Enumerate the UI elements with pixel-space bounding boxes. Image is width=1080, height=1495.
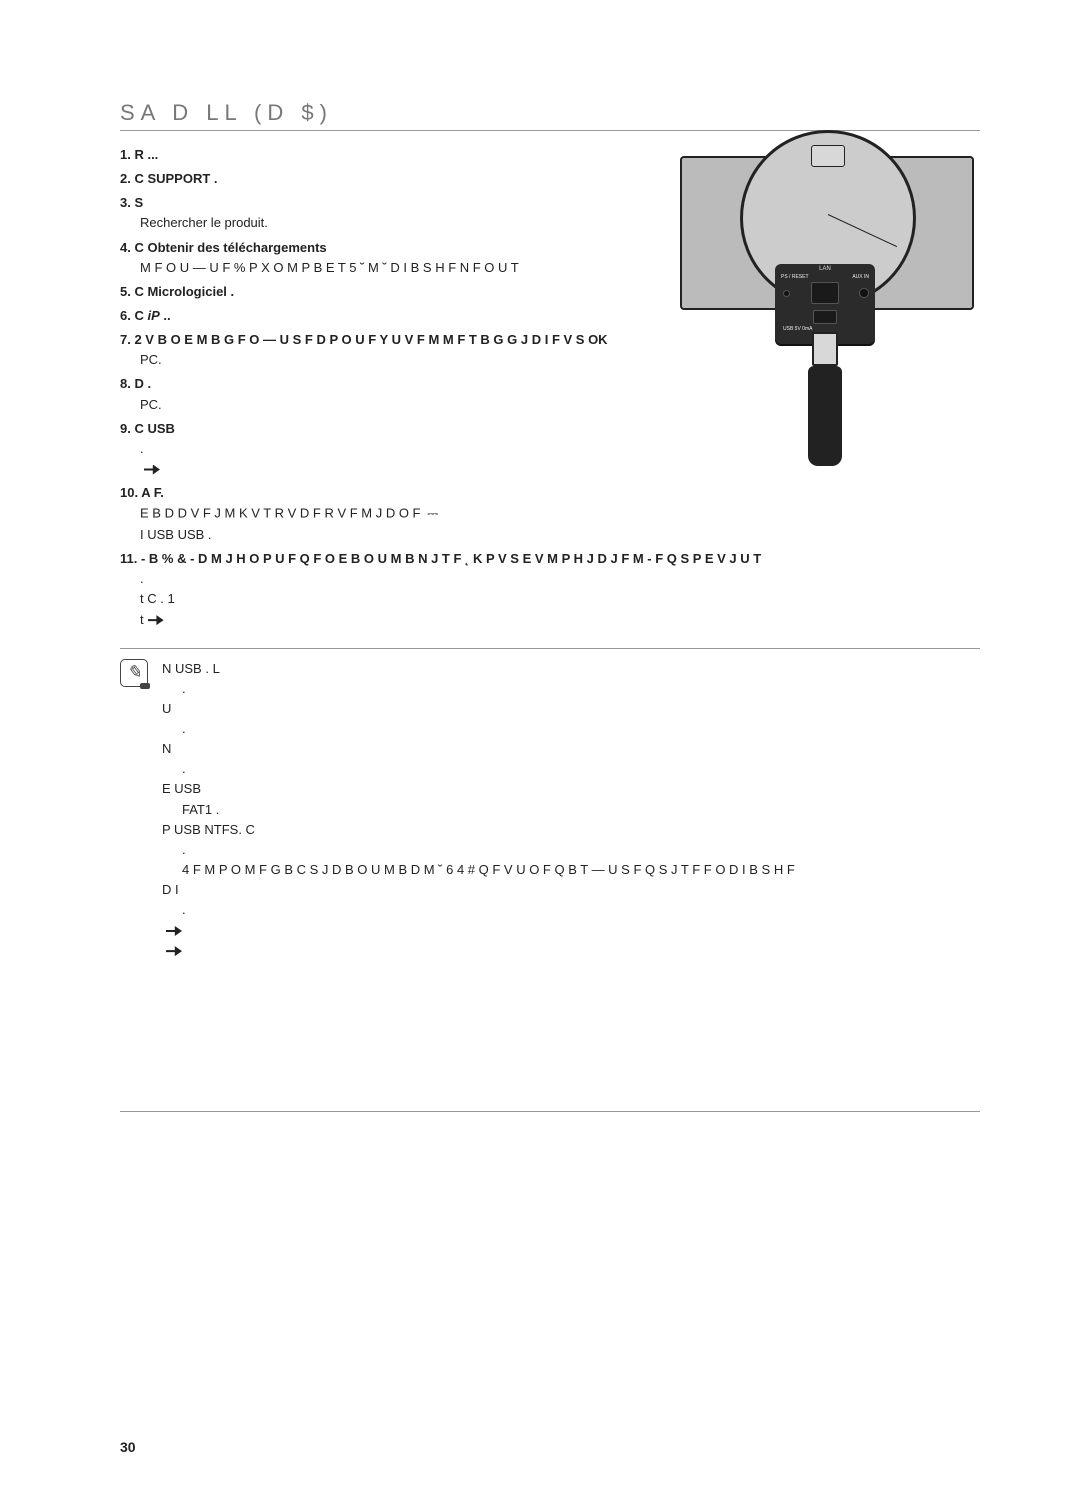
- step-6: 6. C iP ..: [120, 306, 640, 326]
- usb-body-icon: [808, 366, 842, 466]
- procedure-list: 1. R ... 2. C SUPPORT . 3. S Rechercher …: [120, 145, 640, 630]
- step-11-sub3: t: [140, 612, 144, 627]
- step-3-sub: Rechercher le produit.: [140, 213, 640, 233]
- top-lan-port: [811, 145, 845, 167]
- step-9-text: 9. C USB: [120, 421, 175, 436]
- arrow-icon: [144, 465, 160, 475]
- section-title: SA D LL (D $): [120, 100, 980, 131]
- step-4-sub: M F O U — U F % P X O M P B E T 5 ˘ M ˘ …: [140, 258, 640, 278]
- step-10-text: 10. A F.: [120, 485, 164, 500]
- step-10-sub2: I USB USB .: [140, 525, 960, 545]
- note-icon: ✎: [120, 659, 148, 687]
- step-3-text: 3. S: [120, 195, 143, 210]
- note-line-6b: D I: [162, 880, 795, 900]
- step-2-text: 2. C SUPPORT .: [120, 171, 218, 186]
- note-line-5b: .: [182, 840, 795, 860]
- step-2: 2. C SUPPORT .: [120, 169, 640, 189]
- step-6-post: ..: [160, 308, 171, 323]
- note-line-5: P USB NTFS. C: [162, 820, 795, 840]
- page-number: 30: [120, 1439, 136, 1455]
- usb-port: [813, 310, 837, 324]
- step-4-text: 4. C Obtenir des téléchargements: [120, 240, 327, 255]
- step-8-text: 8. D .: [120, 376, 151, 391]
- note-line-6c: .: [182, 900, 795, 920]
- step-10-sub1: E B D D V F J M K V T R V D F R V F M J …: [140, 506, 421, 521]
- step-8: 8. D . PC.: [120, 374, 640, 414]
- lan-label: LAN: [775, 264, 875, 272]
- note-line-6: 4 F M P O M F G B C S J D B O U M B D M …: [182, 860, 795, 880]
- step-9-sub1: .: [140, 439, 640, 459]
- step-11-sub1: .: [140, 569, 960, 589]
- wps-reset-label: PS / RESET: [781, 274, 809, 280]
- step-9: 9. C USB .: [120, 419, 640, 479]
- step-5-text: 5. C Micrologiciel .: [120, 284, 234, 299]
- step-1: 1. R ...: [120, 145, 640, 165]
- step-6-pre: 6. C: [120, 308, 147, 323]
- note-line-4b: FAT1 .: [182, 800, 795, 820]
- step-10: 10. A F. E B D D V F J M K V T R V D F R…: [120, 483, 960, 545]
- step-3: 3. S Rechercher le produit.: [120, 193, 640, 233]
- lan-port: [811, 282, 839, 304]
- step-4: 4. C Obtenir des téléchargements M F O U…: [120, 238, 640, 278]
- step-11: 11. - B % & - D M J H O P U F Q F O E B …: [120, 549, 960, 630]
- note-line-1: N USB . L: [162, 659, 795, 679]
- note-line-3: N: [162, 739, 795, 759]
- arrow-icon: [148, 615, 164, 625]
- arrow-icon: [166, 946, 182, 956]
- arrow-icon: [166, 926, 182, 936]
- step-1-text: 1. R ...: [120, 147, 158, 162]
- note-line-2b: .: [182, 719, 795, 739]
- wps-dot: [783, 290, 790, 297]
- step-6-icon-label: iP: [147, 308, 159, 323]
- note-box: ✎ N USB . L . U . N . E USB FAT1 . P USB…: [120, 648, 980, 1112]
- usb-connector-icon: [812, 332, 838, 366]
- note-line-1b: .: [182, 679, 795, 699]
- step-11-sub2: t C . 1: [140, 589, 960, 609]
- step-11-text: 11. - B % & - D M J H O P U F Q F O E B …: [120, 551, 761, 566]
- device-illustration: LAN PS / RESET AUX IN USB 5V 0mA: [680, 156, 970, 476]
- step-8-sub: PC.: [140, 395, 640, 415]
- step-7-text: 7. 2 V B O E M B G F O — U S F D P O U F…: [120, 332, 608, 347]
- usb-glyph-icon: ⎓: [427, 503, 438, 525]
- note-line-4: E USB: [162, 779, 795, 799]
- note-line-2: U: [162, 699, 795, 719]
- note-body: N USB . L . U . N . E USB FAT1 . P USB N…: [162, 659, 795, 961]
- step-5: 5. C Micrologiciel .: [120, 282, 640, 302]
- aux-in-label: AUX IN: [852, 274, 869, 280]
- note-line-3b: .: [182, 759, 795, 779]
- aux-dot: [859, 288, 869, 298]
- usb-stick: [808, 332, 842, 462]
